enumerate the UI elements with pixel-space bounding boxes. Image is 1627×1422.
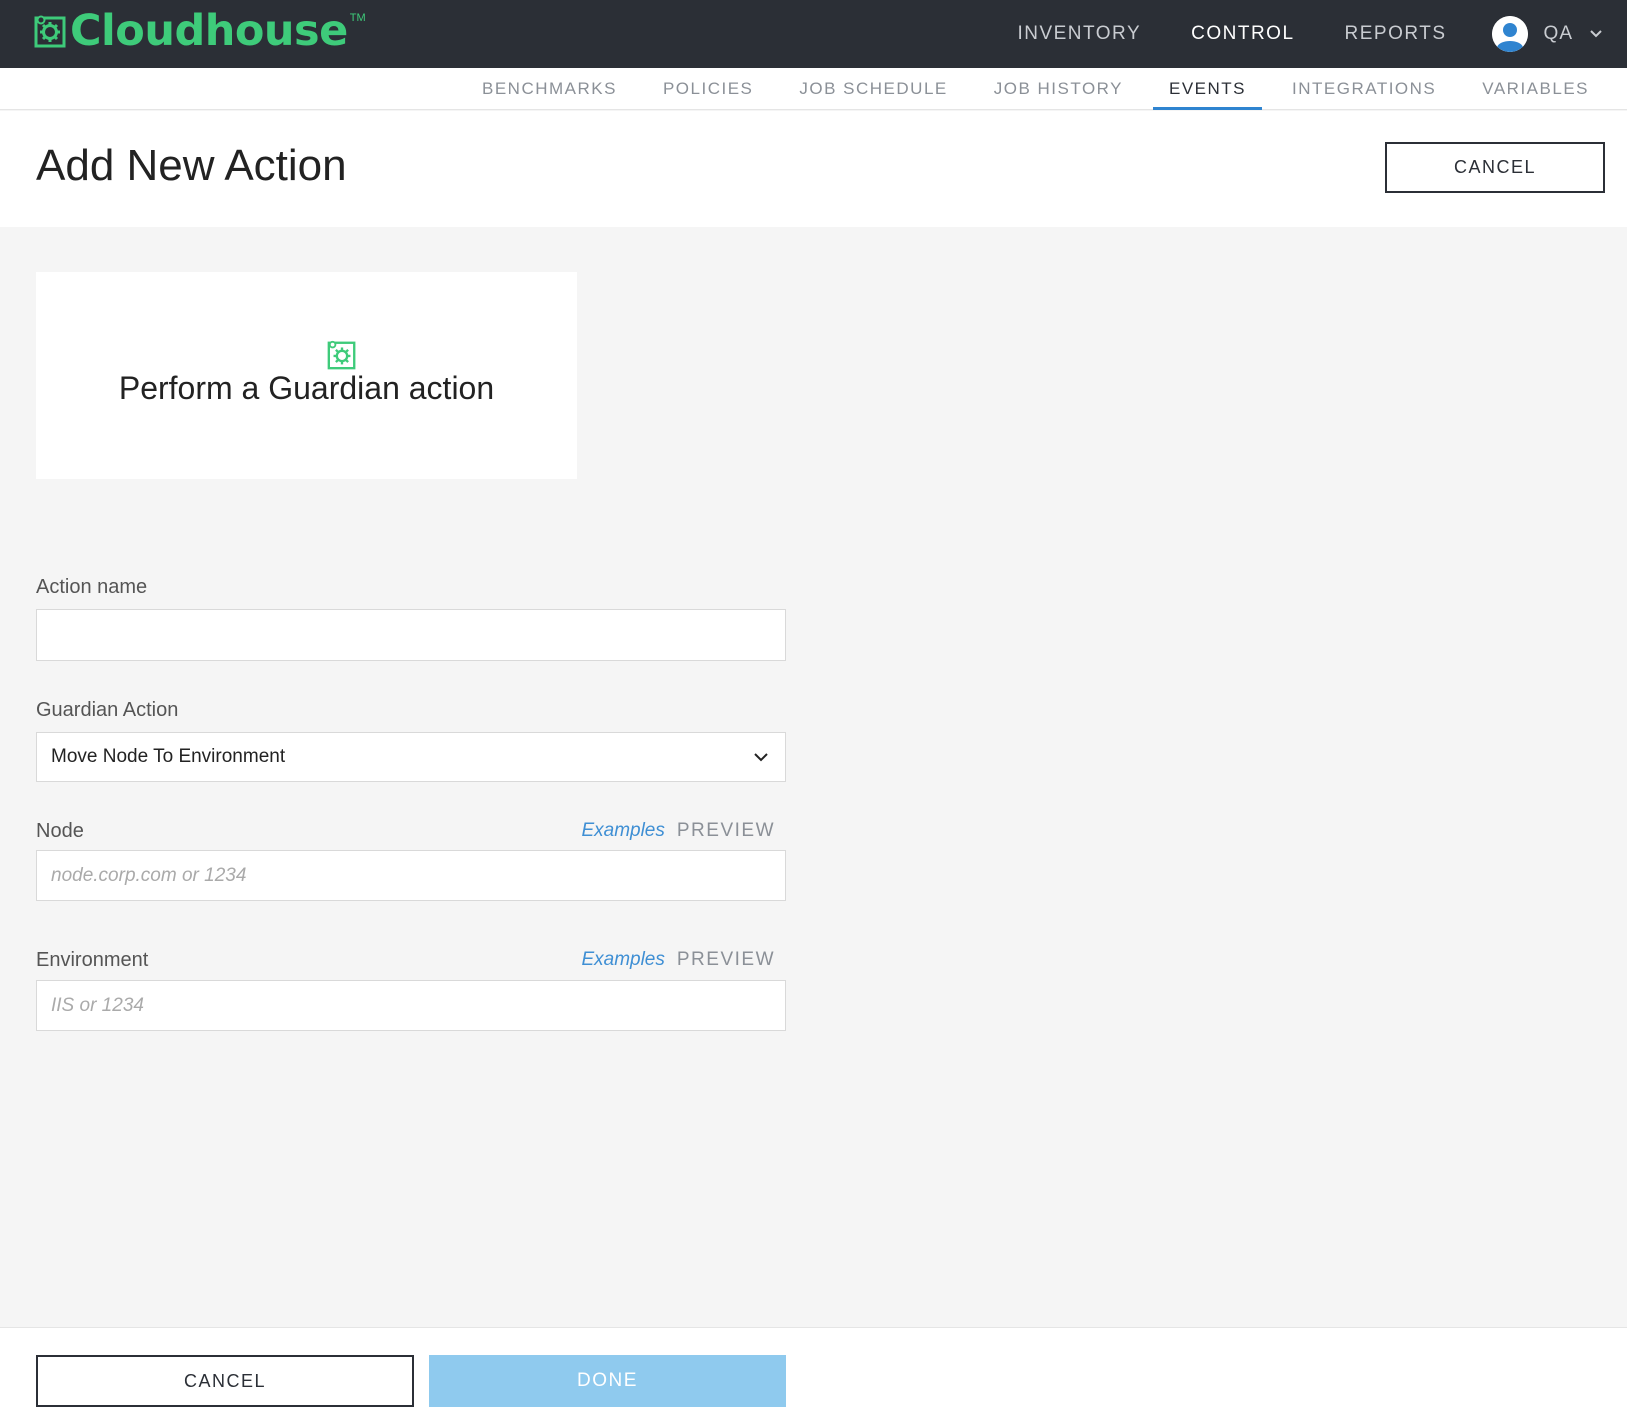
page-header: Add New Action CANCEL <box>0 111 1627 227</box>
nav-reports[interactable]: REPORTS <box>1320 23 1472 45</box>
guardian-action-value: Move Node To Environment <box>51 746 286 767</box>
environment-preview-link[interactable]: PREVIEW <box>677 949 775 971</box>
footer-cancel-button[interactable]: CANCEL <box>36 1355 414 1407</box>
guardian-action-label: Guardian Action <box>36 699 179 721</box>
action-name-input[interactable] <box>36 609 786 661</box>
chevron-down-icon <box>1590 30 1602 38</box>
tab-benchmarks[interactable]: BENCHMARKS <box>466 68 633 110</box>
top-bar: Cloudhouse TM INVENTORY CONTROL REPORTS … <box>0 0 1627 68</box>
tab-job-history[interactable]: JOB HISTORY <box>978 68 1139 110</box>
guardian-action-select[interactable]: Move Node To Environment <box>36 732 786 782</box>
guardian-action-card[interactable]: Perform a Guardian action <box>36 272 577 479</box>
brand-logo[interactable]: Cloudhouse TM <box>34 6 366 56</box>
main-nav: INVENTORY CONTROL REPORTS QA <box>992 0 1627 68</box>
guardian-gear-icon <box>327 340 356 370</box>
environment-input[interactable] <box>36 980 786 1031</box>
node-links: Examples PREVIEW <box>581 820 775 842</box>
tab-job-schedule[interactable]: JOB SCHEDULE <box>783 68 963 110</box>
nav-inventory[interactable]: INVENTORY <box>992 23 1166 45</box>
node-input[interactable] <box>36 850 786 901</box>
environment-label: Environment <box>36 949 149 971</box>
footer-bar: CANCEL DONE <box>0 1327 1627 1422</box>
card-label: Perform a Guardian action <box>118 370 495 406</box>
action-name-label: Action name <box>36 576 148 598</box>
node-preview-link[interactable]: PREVIEW <box>677 820 775 842</box>
brand-trademark: TM <box>349 12 366 24</box>
cloudhouse-logo-icon <box>34 15 66 48</box>
tab-policies[interactable]: POLICIES <box>647 68 769 110</box>
brand-name: Cloudhouse <box>70 5 348 56</box>
tab-variables[interactable]: VARIABLES <box>1466 68 1605 110</box>
tab-integrations[interactable]: INTEGRATIONS <box>1276 68 1452 110</box>
tab-events[interactable]: EVENTS <box>1152 68 1263 110</box>
sub-nav: BENCHMARKS POLICIES JOB SCHEDULE JOB HIS… <box>0 68 1627 110</box>
environment-links: Examples PREVIEW <box>581 949 775 971</box>
page-title: Add New Action <box>36 141 347 190</box>
done-button[interactable]: DONE <box>429 1355 786 1407</box>
nav-control[interactable]: CONTROL <box>1166 23 1319 45</box>
header-cancel-button[interactable]: CANCEL <box>1385 142 1605 193</box>
environment-examples-link[interactable]: Examples <box>581 949 664 971</box>
user-avatar-icon <box>1491 16 1528 52</box>
node-examples-link[interactable]: Examples <box>581 820 664 842</box>
user-menu[interactable]: QA <box>1472 16 1627 52</box>
user-name: QA <box>1543 23 1573 44</box>
node-label: Node <box>36 820 84 842</box>
chevron-down-icon <box>754 753 768 762</box>
